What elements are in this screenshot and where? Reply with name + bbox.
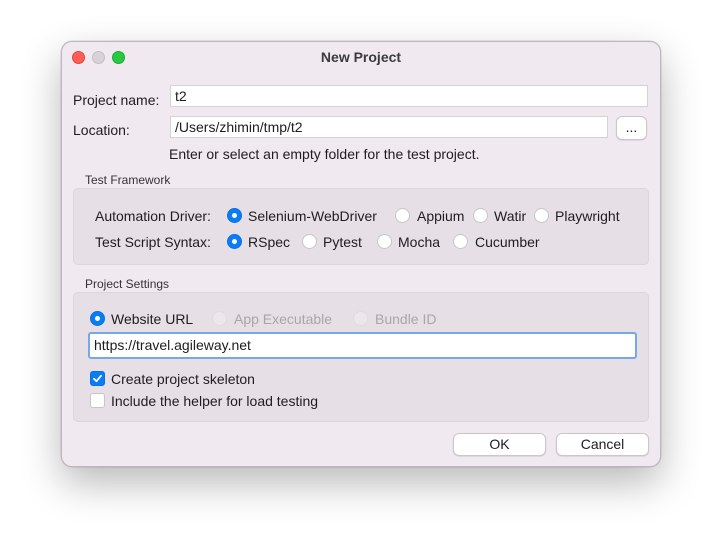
create-skeleton-checkbox[interactable] <box>90 371 105 386</box>
radio-label-playwright[interactable]: Playwright <box>555 208 620 224</box>
radio-appium[interactable] <box>395 208 410 223</box>
website-url-input[interactable]: https://travel.agileway.net <box>88 332 637 359</box>
radio-selenium-webdriver[interactable] <box>227 208 242 223</box>
location-hint: Enter or select an empty folder for the … <box>169 146 480 162</box>
load-helper-label[interactable]: Include the helper for load testing <box>111 393 318 409</box>
radio-label-selenium-webdriver[interactable]: Selenium-WebDriver <box>248 208 377 224</box>
test-script-syntax-label: Test Script Syntax: <box>95 234 211 250</box>
radio-bundle-id <box>353 311 368 326</box>
ok-button[interactable]: OK <box>453 433 546 456</box>
test-framework-group: Automation Driver: Selenium-WebDriver Ap… <box>73 188 649 265</box>
project-settings-group: Website URL App Executable Bundle ID htt… <box>73 292 649 422</box>
test-framework-title: Test Framework <box>85 173 171 187</box>
radio-label-app-executable: App Executable <box>234 311 333 327</box>
radio-website-url[interactable] <box>90 311 105 326</box>
browse-button[interactable]: ... <box>616 116 647 140</box>
project-name-field[interactable]: t2 <box>170 85 648 107</box>
radio-playwright[interactable] <box>534 208 549 223</box>
automation-driver-label: Automation Driver: <box>95 208 211 224</box>
radio-label-cucumber[interactable]: Cucumber <box>475 234 540 250</box>
location-label: Location: <box>73 122 130 138</box>
radio-rspec[interactable] <box>227 234 242 249</box>
project-name-label: Project name: <box>73 92 160 108</box>
location-field[interactable]: /Users/zhimin/tmp/t2 <box>170 116 608 138</box>
radio-label-rspec[interactable]: RSpec <box>248 234 290 250</box>
radio-pytest[interactable] <box>302 234 317 249</box>
title-bar[interactable]: New Project <box>62 42 660 72</box>
dialog-title: New Project <box>320 49 402 65</box>
cancel-button[interactable]: Cancel <box>556 433 649 456</box>
create-skeleton-label[interactable]: Create project skeleton <box>111 371 255 387</box>
load-helper-checkbox[interactable] <box>90 393 105 408</box>
radio-app-executable <box>212 311 227 326</box>
radio-label-appium[interactable]: Appium <box>417 208 464 224</box>
radio-label-watir[interactable]: Watir <box>494 208 526 224</box>
radio-cucumber[interactable] <box>453 234 468 249</box>
radio-label-pytest[interactable]: Pytest <box>323 234 362 250</box>
radio-label-website-url[interactable]: Website URL <box>111 311 193 327</box>
radio-mocha[interactable] <box>377 234 392 249</box>
new-project-dialog: New Project Project name: t2 Location: /… <box>61 41 661 467</box>
radio-label-bundle-id: Bundle ID <box>375 311 437 327</box>
radio-label-mocha[interactable]: Mocha <box>398 234 440 250</box>
checkmark-icon <box>93 374 102 383</box>
project-settings-title: Project Settings <box>85 277 170 291</box>
radio-watir[interactable] <box>473 208 488 223</box>
